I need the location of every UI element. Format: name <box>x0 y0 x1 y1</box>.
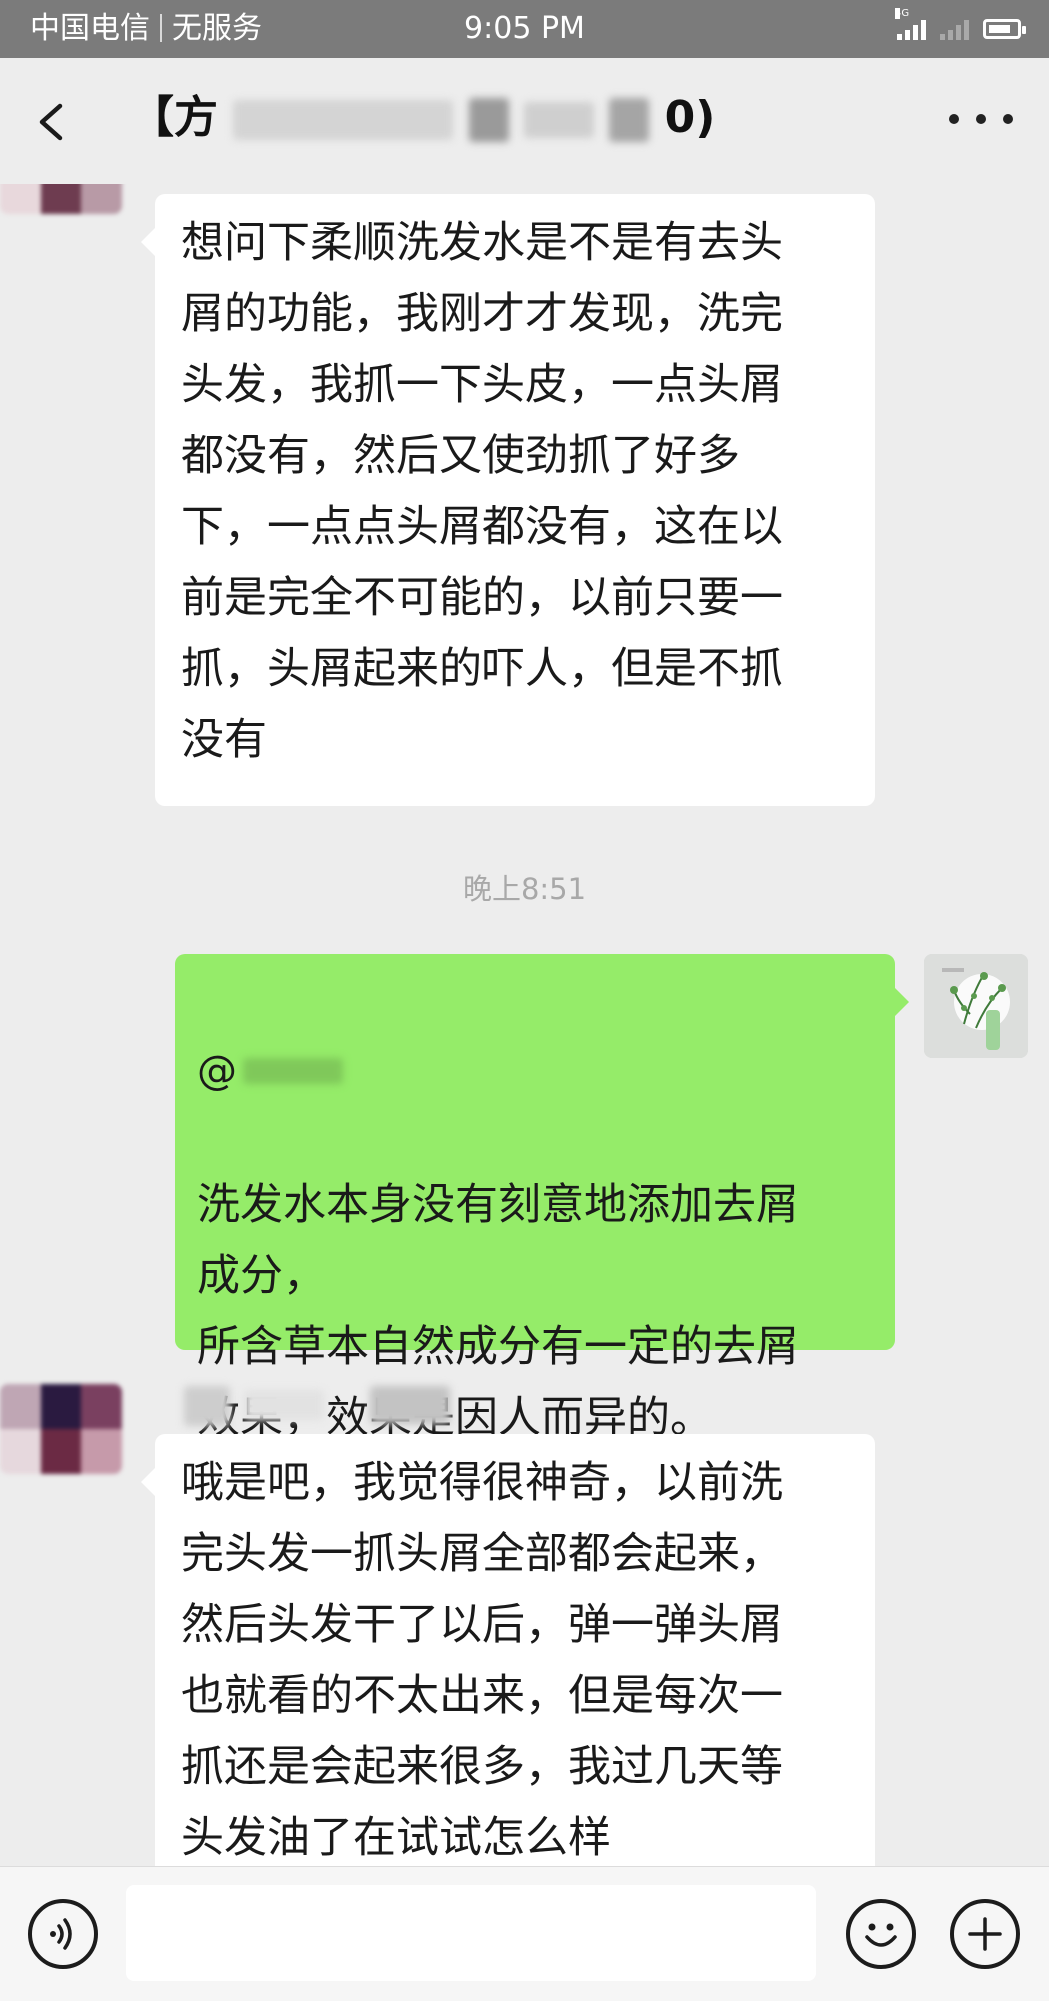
redacted-sender-name <box>184 1386 230 1426</box>
status-bar: 中国电信 无服务 9:05 PM 4G <box>0 0 1049 58</box>
redacted-title <box>609 98 650 142</box>
plus-icon[interactable] <box>950 1899 1020 1969</box>
mention: @ <box>197 1043 873 1099</box>
sender-name <box>184 1380 454 1426</box>
avatar[interactable] <box>0 1384 122 1474</box>
chevron-left-icon[interactable] <box>28 94 84 150</box>
redacted-sender-name <box>370 1386 450 1424</box>
sent-message[interactable]: @ 洗发水本身没有刻意地添加去屑 成分， 所含草本自然成分有一定的去屑 效果，效… <box>175 954 909 1443</box>
battery-icon <box>983 19 1026 39</box>
input-bar <box>0 1866 1049 2001</box>
chat-title-prefix: 【方 <box>130 92 218 143</box>
voice-icon[interactable] <box>28 1899 98 1969</box>
emoji-icon[interactable] <box>846 1899 916 1969</box>
network-type-label: 4G <box>895 8 910 19</box>
avatar[interactable] <box>924 954 1028 1058</box>
received-message[interactable]: 想问下柔顺洗发水是不是有去头 屑的功能，我刚才才发现，洗完 头发，我抓一下头皮，… <box>141 194 875 806</box>
battery-level <box>989 25 1010 33</box>
message-input[interactable] <box>126 1885 816 1981</box>
product-image <box>924 954 1028 1058</box>
chat-header: 【方 0) <box>0 58 1049 184</box>
more-horizontal-icon[interactable] <box>949 114 1013 130</box>
redacted-title <box>468 98 509 142</box>
chat-title: 【方 0) <box>130 88 715 148</box>
signal-4g-icon: 4G <box>895 8 926 40</box>
avatar[interactable] <box>0 184 122 214</box>
redacted-mention-name <box>243 1058 343 1084</box>
received-message[interactable]: 哦是吧，我觉得很神奇，以前洗 完头发一抓头屑全部都会起来， 然后头发干了以后，弹… <box>141 1434 875 1866</box>
redacted-title <box>233 100 454 140</box>
mention-symbol: @ <box>197 1048 237 1094</box>
chat-title-suffix: 0) <box>664 92 716 143</box>
signal-secondary-icon <box>940 18 969 40</box>
chat-area[interactable]: 想问下柔顺洗发水是不是有去头 屑的功能，我刚才才发现，洗完 头发，我抓一下头皮，… <box>0 184 1049 1866</box>
redacted-title <box>523 102 594 138</box>
redacted-sender-name <box>244 1390 324 1420</box>
status-time: 9:05 PM <box>464 11 585 46</box>
status-indicators: 4G <box>895 8 1026 44</box>
message-timestamp: 晚上8:51 <box>462 872 587 906</box>
